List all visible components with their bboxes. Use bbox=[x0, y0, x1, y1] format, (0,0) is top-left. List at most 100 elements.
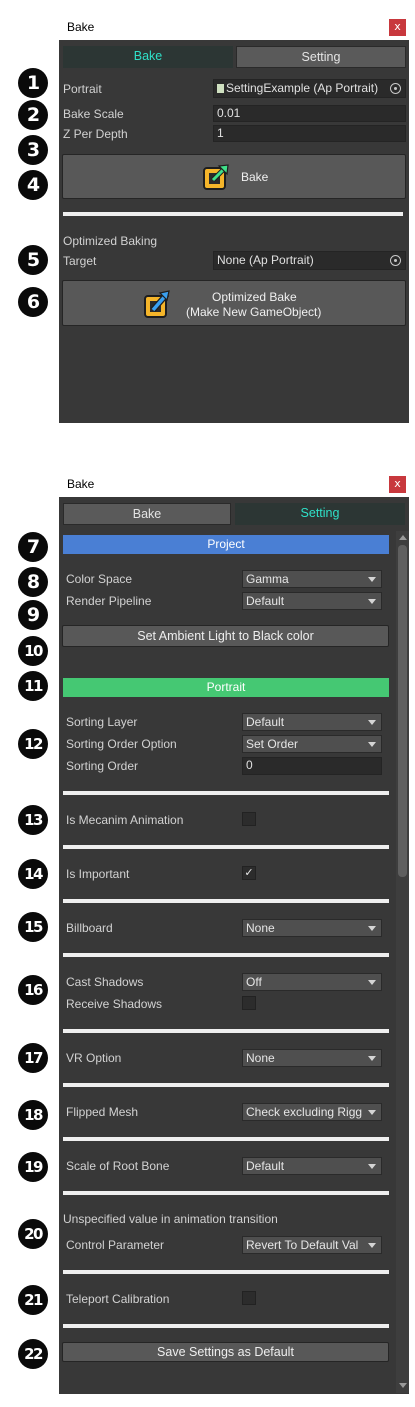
separator bbox=[63, 791, 389, 795]
control-parameter-dropdown[interactable]: Revert To Default Val bbox=[242, 1236, 382, 1254]
checkmark-icon: ✓ bbox=[244, 866, 254, 879]
portrait-file-icon bbox=[217, 84, 224, 93]
flipped-mesh-label: Flipped Mesh bbox=[66, 1105, 139, 1119]
sorting-order-option-label: Sorting Order Option bbox=[66, 737, 177, 751]
portrait-field-value: SettingExample (Ap Portrait) bbox=[226, 81, 379, 95]
vr-option-label: VR Option bbox=[66, 1051, 122, 1065]
separator bbox=[63, 212, 403, 216]
panel1-close-button[interactable]: x bbox=[389, 19, 406, 36]
render-pipeline-dropdown[interactable]: Default bbox=[242, 592, 382, 610]
chevron-down-icon bbox=[368, 1056, 376, 1061]
callout-22: 22 bbox=[18, 1339, 48, 1369]
important-checkbox[interactable]: ✓ bbox=[242, 866, 256, 880]
flipped-mesh-dropdown[interactable]: Check excluding Rigg bbox=[242, 1103, 382, 1121]
separator bbox=[63, 1137, 389, 1141]
bake-scale-label: Bake Scale bbox=[63, 107, 124, 121]
separator bbox=[63, 1324, 389, 1328]
callout-5: 5 bbox=[18, 245, 48, 275]
callout-13: 13 bbox=[18, 805, 48, 835]
callout-17: 17 bbox=[18, 1043, 48, 1073]
z-per-depth-label: Z Per Depth bbox=[63, 127, 128, 141]
scroll-thumb[interactable] bbox=[398, 545, 407, 877]
panel1-title: Bake bbox=[67, 20, 95, 34]
unspecified-header: Unspecified value in animation transitio… bbox=[63, 1212, 278, 1226]
panel2-title: Bake bbox=[67, 477, 95, 491]
callout-8: 8 bbox=[18, 567, 48, 597]
color-space-label: Color Space bbox=[66, 572, 133, 586]
callout-9: 9 bbox=[18, 600, 48, 630]
set-ambient-light-button[interactable]: Set Ambient Light to Black color bbox=[62, 625, 389, 647]
sorting-order-input[interactable]: 0 bbox=[242, 757, 382, 775]
receive-shadows-checkbox[interactable] bbox=[242, 996, 256, 1010]
optimized-bake-label-line1: Optimized Bake bbox=[212, 290, 297, 304]
target-label: Target bbox=[63, 254, 97, 268]
chevron-down-icon bbox=[368, 1110, 376, 1115]
sorting-order-option-value: Set Order bbox=[246, 737, 299, 751]
sorting-layer-dropdown[interactable]: Default bbox=[242, 713, 382, 731]
sorting-order-option-dropdown[interactable]: Set Order bbox=[242, 735, 382, 753]
cast-shadows-dropdown[interactable]: Off bbox=[242, 973, 382, 991]
render-pipeline-value: Default bbox=[246, 594, 285, 608]
billboard-value: None bbox=[246, 921, 275, 935]
sorting-layer-label: Sorting Layer bbox=[66, 715, 138, 729]
sorting-layer-value: Default bbox=[246, 715, 285, 729]
callout-2: 2 bbox=[18, 100, 48, 130]
chevron-down-icon bbox=[368, 599, 376, 604]
bake-icon bbox=[203, 164, 229, 190]
callout-4: 4 bbox=[18, 170, 48, 200]
bake-button[interactable]: Bake bbox=[62, 154, 406, 199]
chevron-down-icon bbox=[368, 742, 376, 747]
important-label: Is Important bbox=[66, 867, 130, 881]
object-picker-icon[interactable] bbox=[390, 255, 401, 266]
separator bbox=[63, 899, 389, 903]
callout-6: 6 bbox=[18, 287, 48, 317]
cast-shadows-value: Off bbox=[246, 975, 262, 989]
control-parameter-value: Revert To Default Val bbox=[246, 1238, 359, 1252]
scroll-up-icon[interactable] bbox=[399, 535, 407, 540]
callout-21: 21 bbox=[18, 1285, 48, 1315]
separator bbox=[63, 1270, 389, 1274]
chevron-down-icon bbox=[368, 980, 376, 985]
teleport-checkbox[interactable] bbox=[242, 1291, 256, 1305]
callout-16: 16 bbox=[18, 975, 48, 1005]
portrait-object-field[interactable]: SettingExample (Ap Portrait) bbox=[213, 79, 406, 98]
z-per-depth-input[interactable]: 1 bbox=[213, 125, 406, 142]
mecanim-checkbox[interactable] bbox=[242, 812, 256, 826]
chevron-down-icon bbox=[368, 720, 376, 725]
bake-scale-input[interactable]: 0.01 bbox=[213, 105, 406, 122]
optimized-bake-button[interactable]: Optimized Bake (Make New GameObject) bbox=[62, 280, 406, 326]
color-space-dropdown[interactable]: Gamma bbox=[242, 570, 382, 588]
optimized-baking-header: Optimized Baking bbox=[63, 234, 158, 248]
scrollbar[interactable] bbox=[396, 531, 409, 1393]
callout-3: 3 bbox=[18, 135, 48, 165]
target-object-field[interactable]: None (Ap Portrait) bbox=[213, 251, 406, 270]
portrait-header: Portrait bbox=[63, 678, 389, 697]
bake-button-label: Bake bbox=[241, 170, 269, 184]
callout-1: 1 bbox=[18, 68, 48, 98]
scroll-down-icon[interactable] bbox=[399, 1383, 407, 1388]
panel2-tab-setting[interactable]: Setting bbox=[235, 503, 405, 525]
billboard-dropdown[interactable]: None bbox=[242, 919, 382, 937]
root-bone-value: Default bbox=[246, 1159, 285, 1173]
callout-14: 14 bbox=[18, 859, 48, 889]
panel2-tab-bake[interactable]: Bake bbox=[63, 503, 231, 525]
project-header: Project bbox=[63, 535, 389, 554]
object-picker-icon[interactable] bbox=[390, 83, 401, 94]
optimized-bake-icon bbox=[144, 290, 170, 318]
callout-20: 20 bbox=[18, 1219, 48, 1249]
save-settings-button[interactable]: Save Settings as Default bbox=[62, 1342, 389, 1362]
control-parameter-label: Control Parameter bbox=[66, 1238, 165, 1252]
billboard-label: Billboard bbox=[66, 921, 113, 935]
chevron-down-icon bbox=[368, 1164, 376, 1169]
optimized-bake-label-line2: (Make New GameObject) bbox=[186, 305, 322, 319]
callout-11: 11 bbox=[18, 671, 48, 701]
panel2-titlebar: Bake x bbox=[59, 473, 409, 496]
panel1-tab-setting[interactable]: Setting bbox=[236, 46, 406, 68]
panel2-close-button[interactable]: x bbox=[389, 476, 406, 493]
root-bone-dropdown[interactable]: Default bbox=[242, 1157, 382, 1175]
separator bbox=[63, 845, 389, 849]
panel1-tab-bake[interactable]: Bake bbox=[63, 46, 233, 68]
vr-option-dropdown[interactable]: None bbox=[242, 1049, 382, 1067]
callout-19: 19 bbox=[18, 1152, 48, 1182]
vr-option-value: None bbox=[246, 1051, 275, 1065]
